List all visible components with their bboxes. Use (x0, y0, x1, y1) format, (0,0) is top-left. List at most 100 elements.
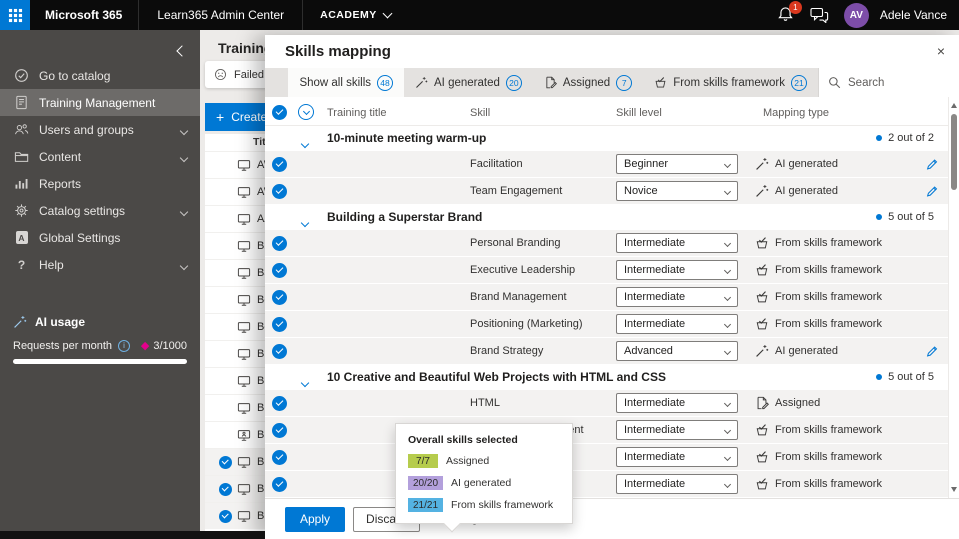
selected-count: 5 out of 5 (876, 211, 934, 223)
monitor-icon (237, 158, 251, 172)
folder-icon (13, 149, 30, 164)
skill-level-dropdown[interactable]: Intermediate (616, 474, 738, 494)
tab-assigned[interactable]: Assigned 7 (533, 68, 643, 97)
edit-skill-button[interactable] (925, 157, 939, 176)
skill-name: HTML (470, 397, 500, 409)
sidebar-item-go-to-catalog[interactable]: Go to catalog (0, 62, 200, 89)
tab-show-all-skills[interactable]: Show all skills 48 (288, 68, 405, 97)
sidebar-item-content[interactable]: Content (0, 143, 200, 170)
count-badge: 21 (791, 74, 807, 91)
row-checkbox-checked[interactable] (272, 344, 287, 359)
framework-box-icon (654, 76, 667, 89)
edit-skill-button[interactable] (925, 344, 939, 363)
row-checkbox-checked[interactable] (219, 509, 232, 523)
tooltip-item: 7/7 Assigned (408, 454, 560, 468)
avatar[interactable]: AV (843, 2, 869, 28)
row-checkbox-checked[interactable] (272, 184, 287, 199)
row-checkbox-checked[interactable] (272, 290, 287, 305)
chevron-down-icon[interactable] (382, 8, 393, 18)
edit-skill-button[interactable] (925, 184, 939, 203)
monitor-icon (237, 320, 251, 334)
collapse-group-icon[interactable] (300, 373, 310, 391)
row-checkbox-checked[interactable] (219, 455, 232, 469)
skill-level-dropdown[interactable]: Intermediate (616, 393, 738, 413)
chevron-down-icon (179, 204, 189, 218)
framework-box-icon (755, 236, 769, 250)
question-icon: ? (17, 257, 26, 272)
skill-level-dropdown[interactable]: Intermediate (616, 260, 738, 280)
info-icon[interactable]: i (118, 339, 131, 352)
sidebar-item-catalog-settings[interactable]: Catalog settings (0, 197, 200, 224)
mapping-type: AI generated (755, 151, 838, 177)
skill-level-dropdown[interactable]: Intermediate (616, 287, 738, 307)
assigned-doc-icon (755, 396, 769, 410)
sidebar-item-help[interactable]: ? Help (0, 251, 200, 278)
row-checkbox-checked[interactable] (272, 477, 287, 492)
framework-box-icon (755, 423, 769, 437)
training-doc-icon (13, 95, 30, 110)
brand-link[interactable]: Microsoft 365 (45, 8, 122, 22)
sidebar-item-global-settings[interactable]: A Global Settings (0, 224, 200, 251)
skill-row: HTML Intermediate Assigned (265, 390, 948, 417)
row-checkbox-checked[interactable] (219, 482, 232, 496)
blue-dot-icon (876, 214, 883, 220)
tab-ai-generated[interactable]: AI generated 20 (404, 68, 533, 97)
scrollbar-thumb[interactable] (951, 114, 957, 190)
skill-level-dropdown[interactable]: Advanced (616, 341, 738, 361)
skill-level-value: Advanced (624, 345, 673, 357)
collapse-group-icon[interactable] (300, 213, 310, 231)
row-checkbox-checked[interactable] (272, 317, 287, 332)
skill-row: Positioning (Marketing) Intermediate Fro… (265, 311, 948, 338)
sidebar-item-users-and-groups[interactable]: Users and groups (0, 116, 200, 143)
row-checkbox-checked[interactable] (272, 423, 287, 438)
sidebar-item-label: Reports (39, 176, 82, 191)
mapping-label: From skills framework (775, 318, 882, 330)
sidebar-item-training-management[interactable]: Training Management (0, 89, 200, 116)
sidebar-item-reports[interactable]: Reports (0, 170, 200, 197)
count-badge: 48 (377, 74, 394, 91)
select-all-checkbox-checked[interactable] (272, 105, 287, 120)
scrollbar[interactable] (948, 97, 959, 498)
collapse-sidebar-button[interactable] (176, 42, 188, 60)
selected-count: 2 out of 2 (876, 132, 934, 144)
collapse-group-icon[interactable] (300, 134, 310, 152)
admin-center-link[interactable]: Learn365 Admin Center (157, 8, 284, 22)
chevron-down-icon (723, 451, 732, 463)
skill-row: Brand Strategy Advanced AI generated (265, 338, 948, 365)
collapse-all-icon[interactable] (298, 104, 314, 120)
skill-level-dropdown[interactable]: Novice (616, 181, 738, 201)
skill-level-value: Intermediate (624, 397, 686, 409)
scroll-up-arrow[interactable] (951, 103, 957, 108)
waffle-icon (8, 8, 23, 23)
apply-button[interactable]: Apply (285, 506, 346, 532)
skill-level-dropdown[interactable]: Intermediate (616, 314, 738, 334)
count-badge: 7 (616, 74, 633, 91)
assigned-count-badge: 7/7 (408, 454, 438, 468)
row-checkbox-checked[interactable] (272, 450, 287, 465)
row-checkbox-checked[interactable] (272, 396, 287, 411)
app-launcher-button[interactable] (0, 0, 30, 30)
skill-level-value: Intermediate (624, 424, 686, 436)
framework-count-badge: 21/21 (408, 498, 444, 512)
tenant-menu[interactable]: ACADEMY (320, 9, 377, 21)
skill-level-dropdown[interactable]: Intermediate (616, 447, 738, 467)
sidebar-item-label: Users and groups (39, 122, 134, 137)
row-checkbox-checked[interactable] (272, 236, 287, 251)
monitor-icon (237, 266, 251, 280)
tab-from-skills-framework[interactable]: From skills framework 21 (643, 68, 818, 97)
skill-level-dropdown[interactable]: Intermediate (616, 420, 738, 440)
wand-icon (415, 76, 428, 89)
framework-box-icon (755, 263, 769, 277)
notifications-button[interactable]: 1 (777, 1, 802, 24)
close-icon[interactable]: × (937, 42, 945, 60)
chevron-down-icon (179, 258, 189, 272)
sidebar-item-label: Go to catalog (39, 68, 111, 83)
row-checkbox-checked[interactable] (272, 157, 287, 172)
skill-level-dropdown[interactable]: Beginner (616, 154, 738, 174)
mapping-label: From skills framework (775, 478, 882, 490)
row-checkbox-checked[interactable] (272, 263, 287, 278)
scroll-down-arrow[interactable] (951, 487, 957, 492)
feedback-button[interactable] (810, 7, 829, 24)
webinar-icon (237, 428, 251, 442)
skill-level-dropdown[interactable]: Intermediate (616, 233, 738, 253)
